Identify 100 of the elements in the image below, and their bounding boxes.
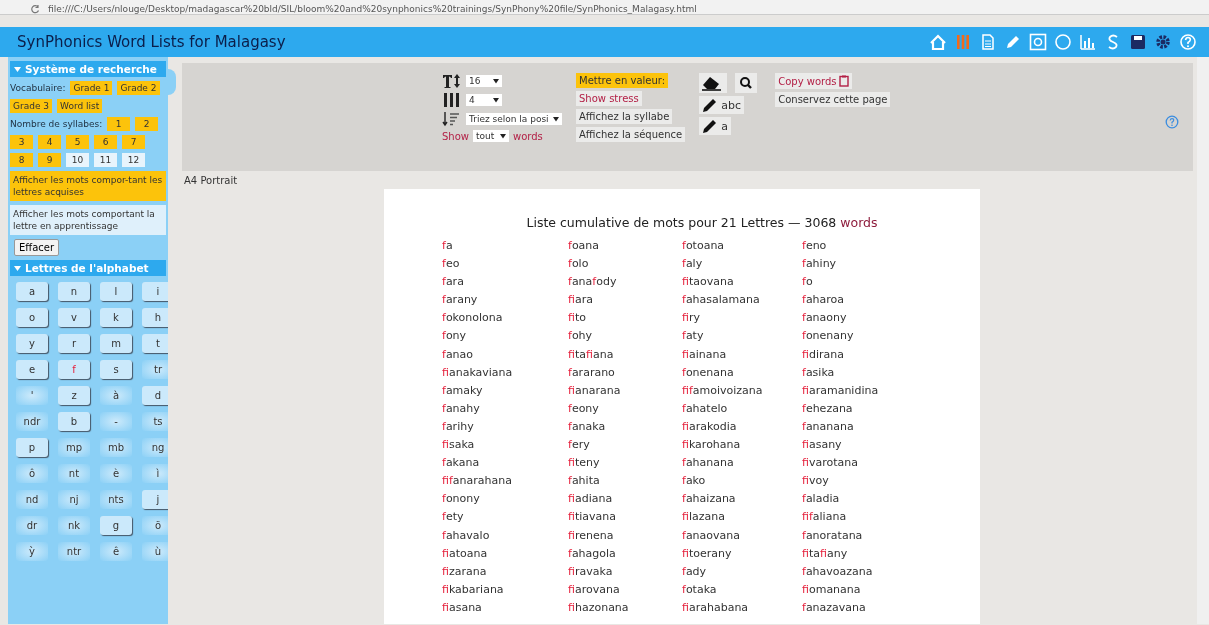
letter-key[interactable]: ô [16,464,48,483]
letter-key[interactable]: z [58,386,90,405]
filter-chip[interactable]: 5 [66,135,89,149]
sort-icon[interactable] [442,111,462,127]
letter-key[interactable]: ndr [16,412,48,431]
pencil-button[interactable]: abc [699,96,744,114]
filter-option[interactable]: Afficher les mots compor-tant les lettres acquises [10,171,166,201]
expanded-triangle-icon[interactable] [14,65,21,73]
letter-key[interactable]: g [100,516,132,535]
letter-key[interactable]: ù [142,542,168,561]
letter-key[interactable]: i [142,282,168,301]
keep-page-button[interactable]: Conservez cette page [775,92,891,107]
letter-key[interactable]: o [16,308,48,327]
letter-key[interactable]: y [16,334,48,353]
option-button[interactable]: Show stress [576,91,642,106]
columns-icon[interactable] [442,92,462,108]
filter-chip[interactable]: 12 [122,153,145,167]
expanded-triangle-icon[interactable] [14,264,21,272]
caret-icon[interactable] [493,97,499,103]
filter-chip[interactable]: Grade 1 [70,81,113,95]
letter-key[interactable]: mp [58,438,90,457]
font-size-icon[interactable] [442,73,462,89]
filter-chip[interactable]: 6 [94,135,117,149]
letter-key[interactable]: j [142,490,168,509]
option-button[interactable]: Mettre en valeur: [576,73,669,88]
chart-icon[interactable] [1079,33,1097,51]
letter-key[interactable]: t [142,334,168,353]
letter-key[interactable]: a [16,282,48,301]
search-icon[interactable] [735,73,758,93]
filter-chip[interactable]: Word list [57,99,103,113]
home-icon[interactable] [929,33,947,51]
letter-key[interactable]: nk [58,516,90,535]
filter-chip[interactable]: 7 [122,135,145,149]
show-select[interactable]: tout [473,130,509,142]
letter-key[interactable]: è [100,464,132,483]
letter-key[interactable]: nj [58,490,90,509]
letter-key[interactable]: ê [100,542,132,561]
caret-icon[interactable] [500,133,506,139]
pencil-icon[interactable] [702,97,719,113]
pencil-button[interactable]: a [699,117,731,135]
letter-key[interactable]: ts [142,412,168,431]
word-entry: fitaovana [682,275,735,290]
letter-key[interactable]: ntr [58,542,90,561]
filter-chip[interactable]: 10 [66,153,89,167]
letter-key[interactable]: d [142,386,168,405]
font-size-select[interactable]: 16 [466,75,502,87]
word-entry: faly [682,257,704,272]
caret-icon[interactable] [493,78,499,84]
caret-icon[interactable] [553,116,559,122]
letter-key[interactable]: v [58,308,90,327]
reload-icon[interactable] [30,4,40,14]
letter-key[interactable]: tr [142,360,168,379]
letter-key[interactable]: - [100,412,132,431]
letter-key[interactable]: e [16,360,48,379]
letter-key[interactable]: b [58,412,90,431]
filter-chip[interactable]: 1 [107,117,131,131]
copy-words-button[interactable]: Copy words [775,73,852,89]
letter-key[interactable]: ' [16,386,48,405]
filter-chip[interactable]: 8 [10,153,33,167]
filter-chip[interactable]: Grade 3 [10,99,53,113]
save-icon[interactable] [1129,33,1147,51]
filter-chip[interactable]: 9 [38,153,61,167]
help-icon[interactable] [1165,115,1179,129]
document-icon[interactable] [979,33,997,51]
letter-key[interactable]: h [142,308,168,327]
letter-key[interactable]: dr [16,516,48,535]
option-button[interactable]: Affichez la séquence [576,127,686,142]
sort-select[interactable]: Triez selon la posi [466,113,562,125]
filter-option[interactable]: Afficher les mots comportant la lettre en apprentissage [10,205,166,235]
settings-icon[interactable] [1154,33,1172,51]
filter-chip[interactable]: 4 [38,135,61,149]
letter-key[interactable]: mb [100,438,132,457]
letter-key[interactable]: n [58,282,90,301]
letter-key[interactable]: nt [58,464,90,483]
eraser-icon[interactable] [699,73,728,93]
letter-key[interactable]: õ [142,516,168,535]
letter-key[interactable]: l [100,282,132,301]
letter-key[interactable]: p [16,438,48,457]
letter-key[interactable]: à [100,386,132,405]
letter-key[interactable]: nd [16,490,48,509]
letter-key[interactable]: k [100,308,132,327]
clear-button[interactable]: Effacer [14,239,60,256]
circle-icon[interactable] [1054,33,1072,51]
letter-key[interactable]: f [58,360,90,379]
filter-chip[interactable]: Grade 2 [117,81,160,95]
scrollbar[interactable] [1197,57,1209,624]
letter-key[interactable]: r [58,334,90,353]
letter-key[interactable]: ì [142,464,168,483]
filter-chip[interactable]: 2 [135,117,159,131]
letter-key[interactable]: ng [142,438,168,457]
letter-key[interactable]: nts [100,490,132,509]
letter-key[interactable]: m [100,334,132,353]
letter-key[interactable]: ỳ [16,542,48,561]
pencil-icon[interactable] [702,118,719,134]
columns-select[interactable]: 4 [466,94,502,106]
filter-chip[interactable]: 3 [10,135,33,149]
letter-key[interactable]: s [100,360,132,379]
clipboard-icon[interactable] [838,75,849,87]
filter-chip[interactable]: 11 [94,153,117,167]
option-button[interactable]: Affichez la syllabe [576,109,673,124]
